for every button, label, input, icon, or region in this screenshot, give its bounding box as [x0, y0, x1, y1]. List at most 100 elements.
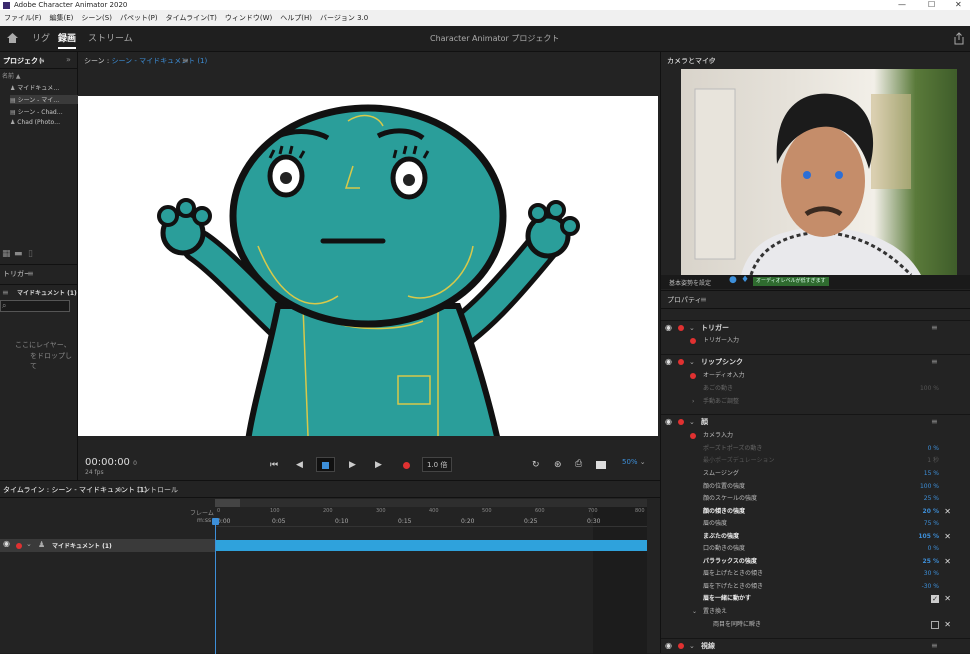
mss-label: m:ss: [197, 517, 212, 524]
reset-x-icon[interactable]: ✕: [944, 531, 951, 543]
record-arm-icon[interactable]: [678, 325, 684, 331]
step-forward-icon[interactable]: ▶: [375, 460, 382, 470]
record-arm-icon[interactable]: [690, 338, 696, 344]
maximize-icon[interactable]: ☐: [928, 0, 935, 10]
delete-icon[interactable]: ▯: [28, 249, 33, 259]
project-item[interactable]: ♟ Chad (Photo…: [10, 119, 60, 126]
playhead[interactable]: [215, 518, 216, 654]
record-arm-icon[interactable]: [678, 419, 684, 425]
prop-row: あごの動き 100 %: [703, 385, 939, 392]
playhead-handle[interactable]: [212, 518, 219, 525]
prop-row: 最小ポーズデュレーション 1 秒: [703, 457, 939, 464]
menu-edit[interactable]: 編集(E): [46, 10, 78, 26]
reset-x-icon[interactable]: ✕: [944, 619, 951, 631]
menu-window[interactable]: ウィンドウ(W): [221, 10, 276, 26]
home-icon[interactable]: [6, 32, 19, 44]
record-arm-icon[interactable]: [690, 433, 696, 439]
expand-icon[interactable]: »: [66, 55, 71, 64]
chevron-down-icon[interactable]: ⌄: [689, 355, 695, 369]
group-gaze[interactable]: ◉ ⌄ 視線 ≡: [661, 638, 970, 652]
play-icon[interactable]: ▶: [349, 460, 356, 470]
share-icon[interactable]: [953, 32, 965, 45]
menu-scene[interactable]: シーン(S): [77, 10, 116, 26]
tab-record[interactable]: 録画: [58, 26, 77, 52]
folder-icon[interactable]: ▬: [14, 249, 23, 259]
microphone-icon[interactable]: ♦: [741, 275, 749, 285]
stop-button[interactable]: [316, 457, 335, 472]
checkbox-checked[interactable]: ✓: [931, 595, 939, 603]
project-menu-icon[interactable]: ≡: [38, 56, 45, 65]
project-item[interactable]: ▤ シーン - Chad…: [10, 107, 63, 116]
group-menu-icon[interactable]: ≡: [931, 355, 938, 369]
scene-canvas[interactable]: [78, 96, 658, 436]
chevron-right-icon[interactable]: ›: [692, 396, 694, 408]
eye-icon[interactable]: ◉: [3, 539, 10, 548]
menu-file[interactable]: ファイル(F): [0, 10, 46, 26]
stage-view-icon[interactable]: [596, 461, 606, 469]
menu-help[interactable]: ヘルプ(H): [276, 10, 316, 26]
chevron-down-icon[interactable]: ⌄: [689, 415, 695, 429]
trigger-search-input[interactable]: ⌕: [0, 300, 70, 312]
speed-select[interactable]: 1.0 倍: [422, 457, 453, 472]
step-back-icon[interactable]: ◀: [296, 460, 303, 470]
project-item[interactable]: ♟ マイドキュメ…: [10, 83, 59, 92]
zoom-select[interactable]: 50% ⌄: [622, 458, 646, 466]
tab-stream[interactable]: ストリーム: [88, 26, 133, 52]
group-menu-icon[interactable]: ≡: [931, 321, 938, 335]
project-item[interactable]: ▤ シーン - マイ…: [10, 95, 78, 104]
controls-tab[interactable]: コントロール: [136, 483, 178, 497]
camera-menu-icon[interactable]: ≡: [708, 56, 715, 65]
group-face[interactable]: ◉ ⌄ 顔 ≡: [661, 414, 970, 428]
group-menu-icon[interactable]: ≡: [931, 639, 938, 653]
record-arm-icon[interactable]: [690, 373, 696, 379]
menu-puppet[interactable]: パペット(P): [116, 10, 162, 26]
record-arm-icon[interactable]: [16, 543, 22, 549]
triggers-menu-icon[interactable]: ≡: [27, 269, 34, 278]
audio-record-icon[interactable]: ⎙: [575, 459, 582, 469]
reset-x-icon[interactable]: ✕: [944, 506, 951, 518]
chevron-down-icon[interactable]: ⌄: [692, 606, 697, 618]
tab-rig[interactable]: リグ: [32, 26, 50, 52]
record-arm-icon[interactable]: [678, 359, 684, 365]
track-bar[interactable]: [216, 540, 647, 551]
menu-version[interactable]: バージョン 3.0: [316, 10, 372, 26]
go-to-start-icon[interactable]: ⏮: [270, 460, 278, 470]
track-header[interactable]: ◉ ⌄ ♟ マイドキュメント (1): [0, 539, 215, 552]
reset-x-icon[interactable]: ✕: [944, 593, 951, 605]
chevron-down-icon[interactable]: ⌄: [26, 540, 32, 548]
group-menu-icon[interactable]: ≡: [931, 415, 938, 429]
minimize-icon[interactable]: —: [898, 0, 906, 10]
new-item-icon[interactable]: ▦: [2, 249, 11, 259]
group-lipsync[interactable]: ◉ ⌄ リップシンク ≡: [661, 354, 970, 368]
timeline-menu-icon[interactable]: ≡: [116, 485, 123, 494]
camera-record-icon[interactable]: ⊛: [554, 460, 562, 470]
set-rest-pose-button[interactable]: 基本姿勢を設定: [669, 278, 711, 287]
prop-row[interactable]: ⌄ 置き換え: [661, 606, 970, 618]
reset-x-icon[interactable]: ✕: [944, 556, 951, 568]
menu-timeline[interactable]: タイムライン(T): [162, 10, 221, 26]
timeline-tab[interactable]: タイムライン : シーン - マイドキュメント (1): [3, 483, 147, 497]
chevron-down-icon[interactable]: ⌄: [689, 321, 695, 335]
eye-icon[interactable]: ◉: [665, 415, 672, 429]
triggers-list-icon[interactable]: ≡: [2, 288, 9, 297]
time-ruler[interactable]: 0 100 200 300 400 500 600 700 800 0:00 0…: [215, 507, 647, 527]
eye-icon[interactable]: ◉: [665, 639, 672, 653]
timecode[interactable]: 00:00:00 0: [85, 457, 137, 468]
timeline-scrollbar[interactable]: [215, 499, 647, 507]
scene-link[interactable]: シーン - マイドキュメント (1): [111, 57, 207, 65]
properties-panel-title[interactable]: プロパティ: [667, 293, 702, 307]
eye-icon[interactable]: ◉: [665, 321, 672, 335]
chevron-down-icon[interactable]: ⌄: [689, 639, 695, 653]
loop-icon[interactable]: ↻: [532, 460, 540, 470]
close-icon[interactable]: ✕: [955, 0, 962, 10]
checkbox-unchecked[interactable]: [931, 621, 939, 629]
prop-row[interactable]: › 手動あご調整: [661, 396, 970, 408]
scene-menu-icon[interactable]: ≡: [182, 56, 189, 65]
record-arm-icon[interactable]: [678, 643, 684, 649]
name-column-header[interactable]: 名前 ▲: [2, 71, 21, 80]
record-button[interactable]: [403, 462, 410, 469]
properties-menu-icon[interactable]: ≡: [700, 295, 707, 304]
camera-icon[interactable]: ●: [729, 275, 737, 285]
group-triggers[interactable]: ◉ ⌄ トリガー ≡: [661, 320, 970, 334]
eye-icon[interactable]: ◉: [665, 355, 672, 369]
